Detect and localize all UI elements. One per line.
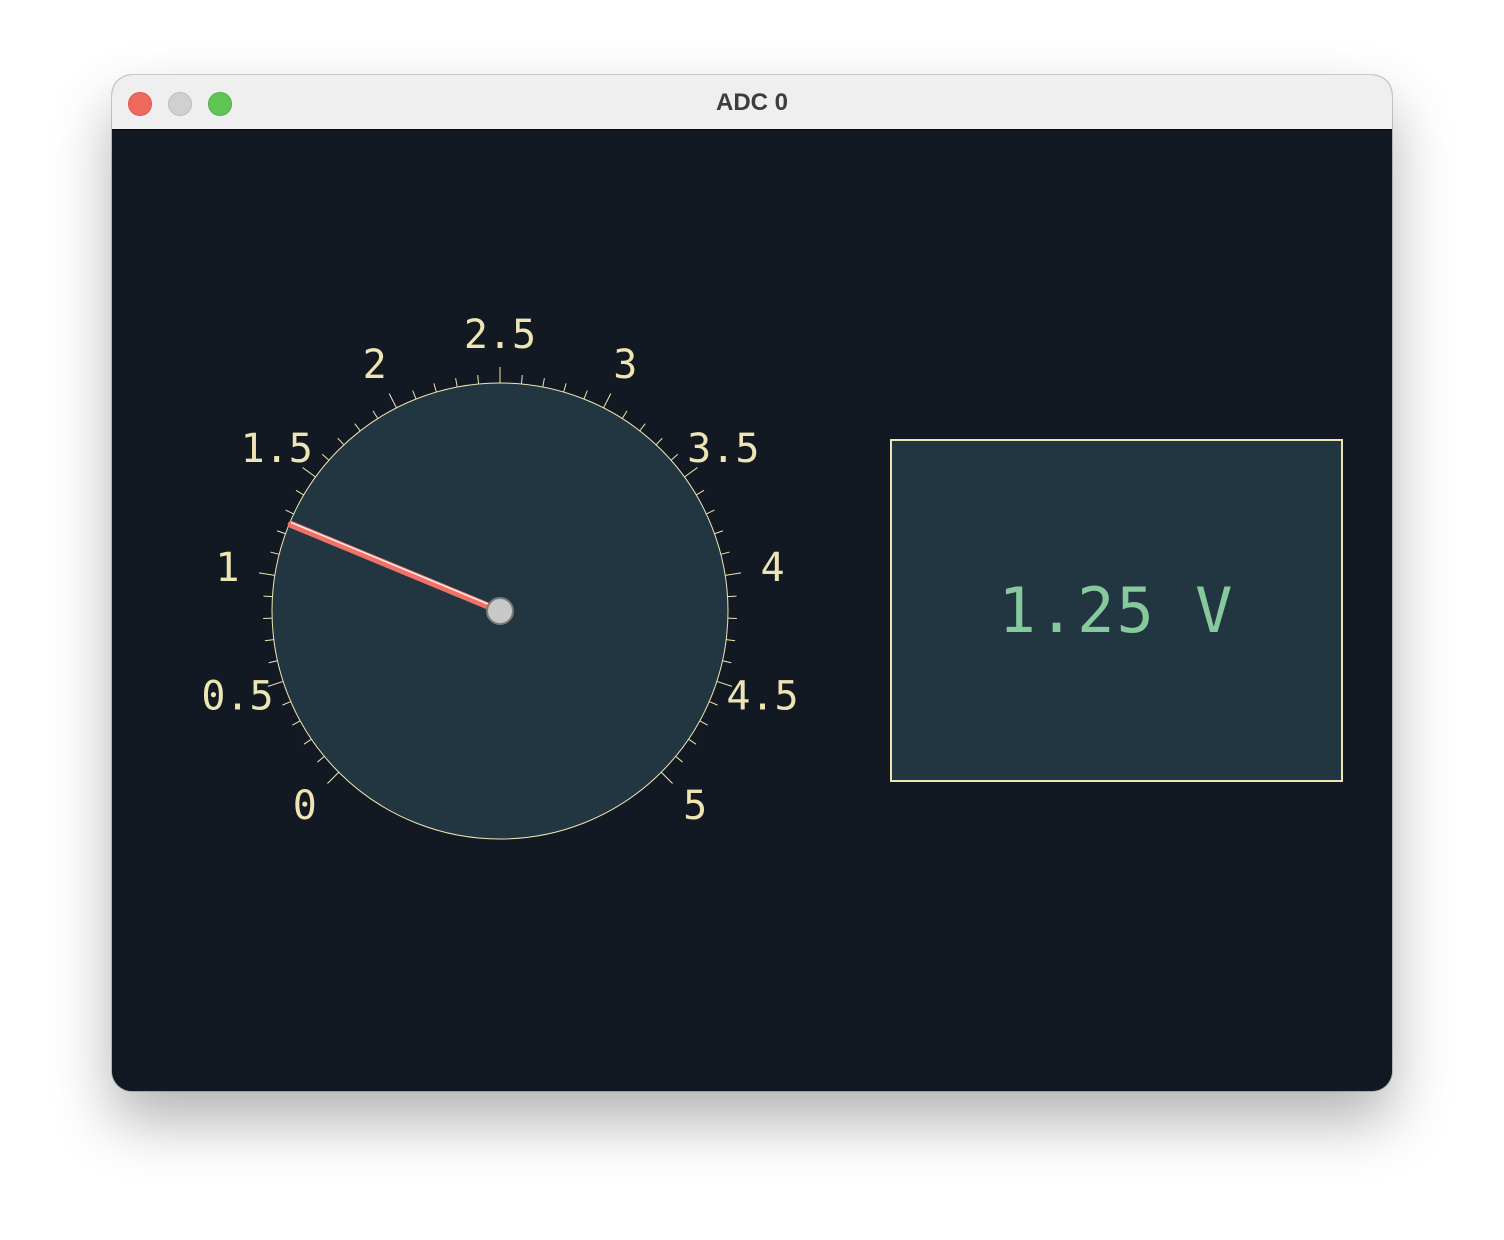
- title-bar[interactable]: ADC 0: [112, 75, 1392, 131]
- minor-tick: [726, 639, 736, 642]
- minor-tick: [455, 378, 458, 388]
- tick-label: 5: [683, 783, 707, 829]
- minor-tick: [412, 390, 417, 400]
- minor-tick: [337, 437, 345, 446]
- tick-label: 3.5: [687, 426, 759, 472]
- tick-label: 0: [293, 783, 317, 829]
- minor-tick: [317, 755, 325, 763]
- minor-tick: [563, 383, 567, 393]
- minor-tick: [276, 530, 286, 535]
- minor-tick: [706, 509, 715, 515]
- minor-tick: [699, 720, 708, 726]
- minor-tick: [282, 701, 291, 706]
- tick-label: 0.5: [201, 673, 273, 719]
- major-tick: [725, 572, 742, 576]
- window-title: ADC 0: [715, 89, 788, 116]
- tick-label: 4: [761, 545, 785, 591]
- minor-tick: [695, 489, 705, 496]
- tick-label: 4.5: [726, 673, 798, 719]
- window-content: 0 0.5 1 1.5 2 2.5 3 3.5 4 4.5 5 1.25 V: [112, 131, 1392, 1091]
- minor-tick: [670, 453, 679, 461]
- needle-hub: [486, 597, 514, 625]
- minor-tick: [688, 738, 697, 745]
- tick-label: 2.5: [464, 312, 536, 358]
- minor-tick: [295, 489, 305, 496]
- major-tick: [660, 771, 673, 784]
- tick-label: 1: [215, 545, 239, 591]
- minor-tick: [270, 551, 280, 555]
- minor-tick: [477, 375, 480, 385]
- minor-tick: [354, 423, 361, 432]
- minor-tick: [720, 551, 730, 555]
- major-tick: [388, 393, 397, 409]
- minor-tick: [321, 453, 330, 461]
- major-tick: [327, 771, 340, 784]
- minor-tick: [433, 383, 437, 393]
- minor-tick: [285, 509, 294, 515]
- minor-tick: [542, 378, 545, 388]
- minor-tick: [520, 375, 523, 385]
- minor-tick: [655, 437, 663, 446]
- tick-label: 1.5: [241, 426, 313, 472]
- voltage-gauge: 0 0.5 1 1.5 2 2.5 3 3.5 4 4.5 5: [201, 312, 799, 840]
- minor-tick: [621, 410, 628, 419]
- voltage-readout-value: 1.25 V: [998, 574, 1235, 647]
- minor-tick: [372, 410, 379, 419]
- minor-tick: [263, 595, 273, 598]
- minor-tick: [639, 423, 646, 432]
- tick-label: 3: [613, 342, 637, 388]
- minor-tick: [292, 720, 301, 726]
- tick-label: 2: [363, 342, 387, 388]
- minor-tick: [583, 390, 588, 400]
- minor-tick: [264, 639, 274, 642]
- major-tick: [603, 393, 612, 409]
- minor-tick: [303, 738, 312, 745]
- minor-tick: [722, 660, 732, 664]
- app-window: ADC 0 0 0.5 1 1.5 2 2.5 3 3.5 4 4.5 5 1.25 V: [112, 75, 1392, 1091]
- minor-tick: [268, 660, 278, 664]
- minor-tick: [675, 755, 683, 763]
- major-tick: [258, 572, 275, 576]
- voltage-readout-panel: 1.25 V: [890, 439, 1343, 782]
- minor-tick: [714, 530, 724, 535]
- minor-tick: [727, 595, 737, 598]
- minor-tick: [709, 701, 718, 706]
